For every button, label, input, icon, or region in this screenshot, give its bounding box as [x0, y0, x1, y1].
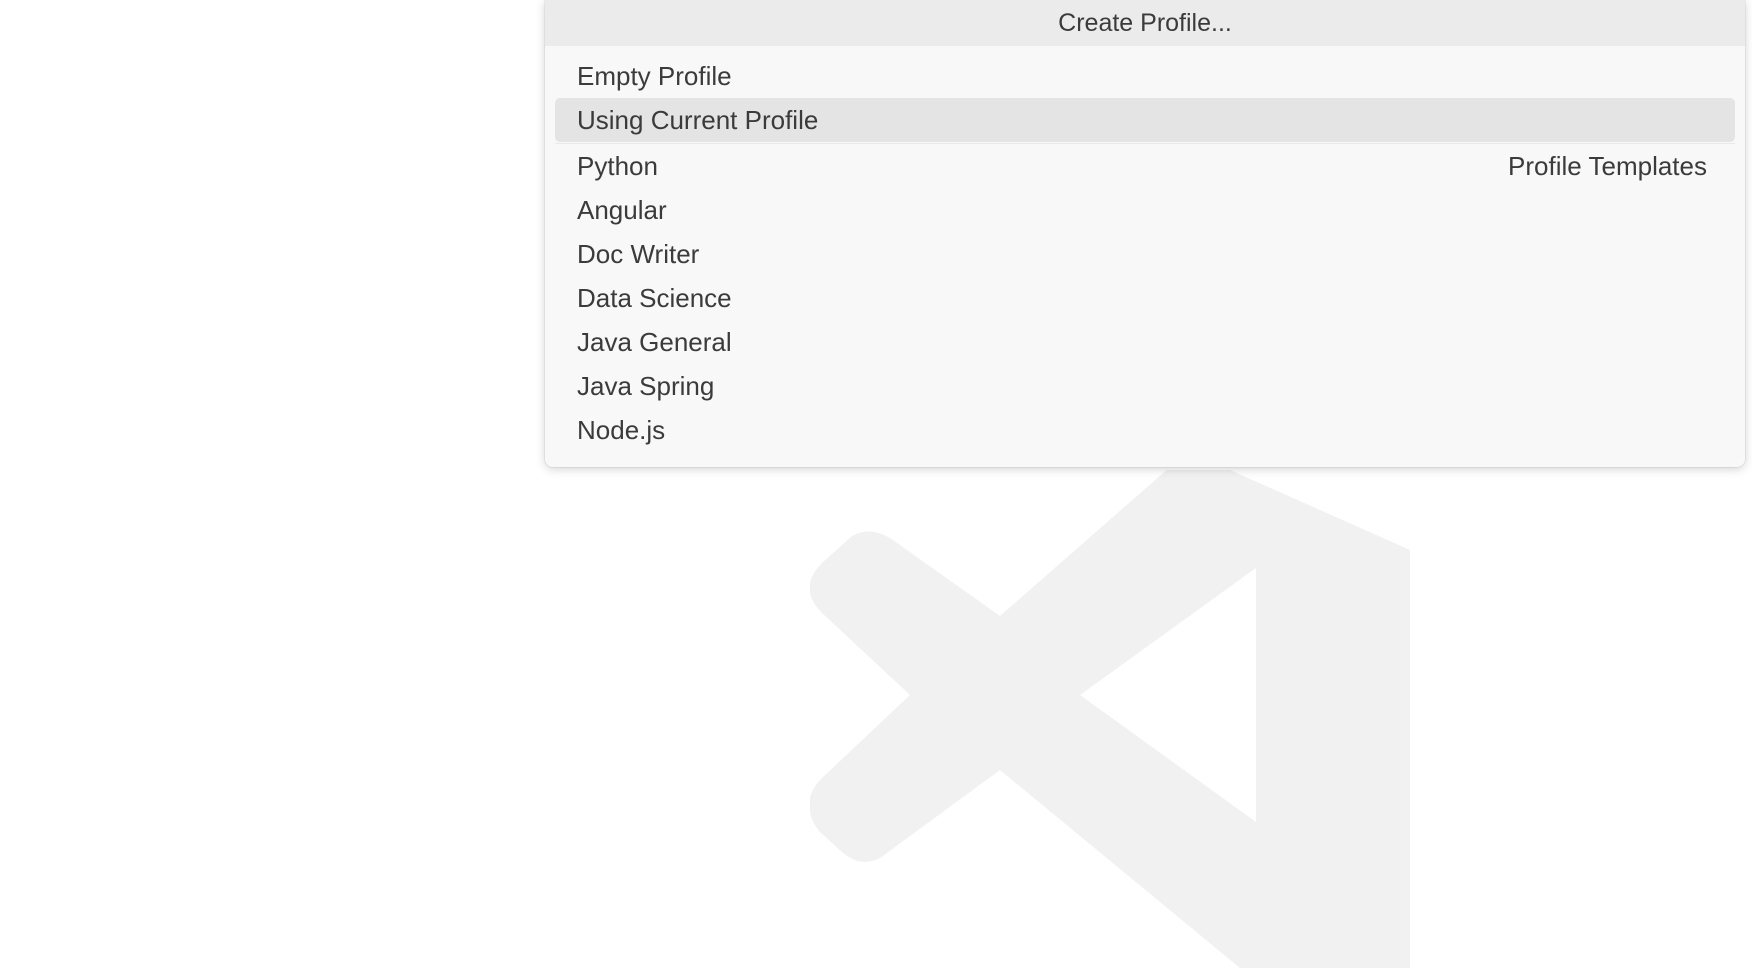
quick-pick-title: Create Profile... — [545, 0, 1745, 46]
editor-area: Create Profile... Empty Profile Using Cu… — [0, 0, 1752, 968]
quick-pick-item-java-general[interactable]: Java General — [555, 320, 1735, 364]
item-label: Java General — [577, 327, 732, 357]
item-label: Python — [577, 151, 658, 181]
item-label: Doc Writer — [577, 239, 700, 269]
vscode-logo-icon — [810, 470, 1410, 968]
quick-pick-item-empty-profile[interactable]: Empty Profile — [555, 54, 1735, 98]
item-label: Node.js — [577, 415, 666, 445]
item-label: Using Current Profile — [577, 105, 819, 135]
item-label: Java Spring — [577, 371, 715, 401]
quick-pick-item-data-science[interactable]: Data Science — [555, 276, 1735, 320]
create-profile-quick-pick: Create Profile... Empty Profile Using Cu… — [545, 0, 1745, 467]
item-label: Empty Profile — [577, 61, 732, 91]
profile-templates-group-label: Profile Templates — [1508, 151, 1707, 181]
quick-pick-item-nodejs[interactable]: Node.js — [555, 408, 1735, 452]
item-label: Angular — [577, 195, 667, 225]
item-label: Data Science — [577, 283, 732, 313]
quick-pick-item-using-current-profile[interactable]: Using Current Profile — [555, 98, 1735, 142]
quick-pick-item-doc-writer[interactable]: Doc Writer — [555, 232, 1735, 276]
quick-pick-list: Empty Profile Using Current Profile Pyth… — [545, 46, 1745, 452]
quick-pick-item-java-spring[interactable]: Java Spring — [555, 364, 1735, 408]
quick-pick-item-angular[interactable]: Angular — [555, 188, 1735, 232]
quick-pick-item-python[interactable]: Python Profile Templates — [555, 143, 1735, 188]
